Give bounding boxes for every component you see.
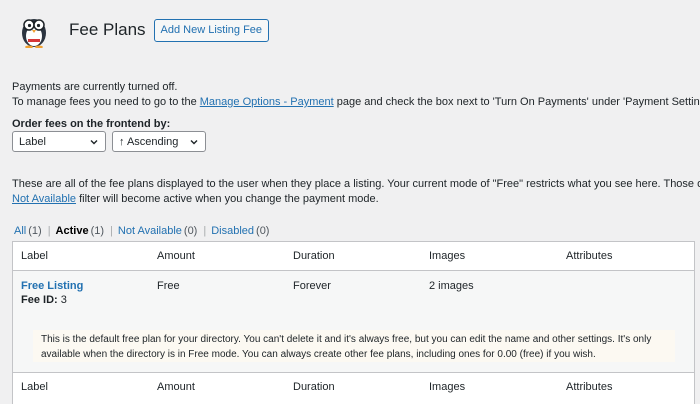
- filter-separator: |: [47, 225, 51, 237]
- penguin-logo-icon: [22, 19, 46, 48]
- table-row: Free Listing Fee ID: 3 Free Forever 2 im…: [13, 271, 694, 372]
- page-title: Fee Plans: [69, 20, 146, 39]
- fee-id-value: 3: [60, 294, 67, 306]
- filter-all: All (1): [14, 225, 42, 237]
- fee-plan-title[interactable]: Free Listing: [21, 280, 83, 292]
- chevron-down-icon: [90, 139, 98, 144]
- column-header-attributes[interactable]: Attributes: [566, 250, 612, 262]
- notice-line-2-suffix: page and check the box next to 'Turn On …: [336, 96, 700, 108]
- fee-plans-table: Label Amount Duration Images Attributes …: [12, 241, 695, 404]
- column-footer-duration[interactable]: Duration: [293, 381, 335, 393]
- note-line-1: This is the default free plan for your d…: [41, 334, 652, 345]
- notice-line-1: Payments are currently turned off.: [12, 81, 178, 93]
- description-line-1: These are all of the fee plans displayed…: [12, 178, 700, 190]
- manage-options-payment-link[interactable]: Manage Options - Payment: [200, 96, 334, 108]
- default-plan-note: This is the default free plan for your d…: [33, 330, 675, 362]
- note-line-2: available when the directory is in Free …: [41, 349, 596, 360]
- filter-separator: |: [110, 225, 113, 237]
- filter-all-count: (1): [28, 225, 42, 237]
- fee-plan-amount: Free: [157, 280, 180, 292]
- column-header-label[interactable]: Label: [21, 250, 48, 262]
- not-available-link[interactable]: Not Available: [12, 193, 76, 205]
- filter-not-available-link[interactable]: Not Available: [118, 225, 182, 237]
- filter-all-link[interactable]: All: [14, 225, 26, 237]
- filter-disabled-link[interactable]: Disabled: [211, 225, 254, 237]
- order-direction-select[interactable]: ↑ Ascending: [112, 131, 206, 152]
- column-header-images[interactable]: Images: [429, 250, 465, 262]
- notice-line-2-prefix: To manage fees you need to go to the: [12, 96, 197, 108]
- filter-active-count: (1): [90, 225, 105, 237]
- order-field-select[interactable]: Label: [12, 131, 106, 152]
- column-footer-label[interactable]: Label: [21, 381, 48, 393]
- description-line-2: Not Available filter will become active …: [12, 192, 696, 207]
- order-fees-label: Order fees on the frontend by:: [12, 118, 171, 130]
- fee-id-label: Fee ID:: [21, 294, 58, 306]
- order-direction-value: ↑ Ascending: [119, 135, 179, 148]
- fee-plan-duration: Forever: [293, 280, 331, 292]
- add-new-listing-fee-button[interactable]: Add New Listing Fee: [153, 18, 270, 42]
- fee-plans-description: These are all of the fee plans displayed…: [12, 177, 700, 207]
- notice-line-2: To manage fees you need to go to the Man…: [12, 95, 700, 110]
- column-header-duration[interactable]: Duration: [293, 250, 335, 262]
- fee-plan-images: 2 images: [429, 280, 474, 292]
- order-field-value: Label: [19, 135, 46, 148]
- filter-separator: |: [203, 225, 207, 237]
- description-line-2-suffix: filter will become active when you chang…: [79, 193, 379, 205]
- filter-disabled: Disabled (0): [211, 225, 269, 237]
- fee-id: Fee ID: 3: [21, 294, 67, 306]
- filter-active-link[interactable]: Active: [56, 225, 89, 237]
- table-header-row: Label Amount Duration Images Attributes: [13, 242, 694, 271]
- filter-disabled-count: (0): [256, 225, 270, 237]
- page-header: Fee Plans Add New Listing Fee: [17, 12, 270, 48]
- table-footer-row: Label Amount Duration Images Attributes: [13, 372, 694, 401]
- column-header-amount[interactable]: Amount: [157, 250, 195, 262]
- payments-off-notice: Payments are currently turned off. To ma…: [12, 80, 700, 110]
- column-footer-images[interactable]: Images: [429, 381, 465, 393]
- fee-plan-title-link[interactable]: Free Listing: [21, 280, 83, 292]
- filter-not-available-count: (0): [183, 225, 198, 237]
- column-footer-attributes[interactable]: Attributes: [566, 381, 612, 393]
- status-filter-links: All (1) | Active (1) | Not Available (0) | …: [14, 225, 275, 237]
- column-footer-amount[interactable]: Amount: [157, 381, 195, 393]
- filter-not-available: Not Available (0): [118, 225, 197, 237]
- filter-active: Active (1): [56, 225, 104, 237]
- chevron-down-icon: [190, 139, 198, 144]
